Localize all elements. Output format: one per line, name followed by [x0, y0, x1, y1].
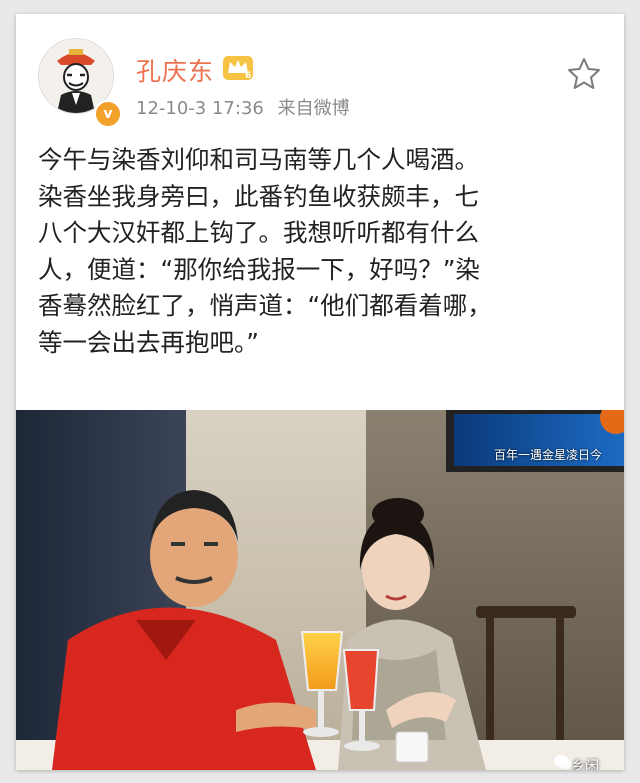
- photo-scene-image: [16, 402, 624, 770]
- weibo-post-card: v 孔庆东 6 12-10-3 17:36 来自微博 今午与染香刘仰和司马南等几…: [16, 14, 624, 770]
- verified-v-icon: v: [94, 100, 122, 128]
- post-text-line: 今午与染香刘仰和司马南等几个人喝酒。: [38, 145, 479, 174]
- post-meta: 12-10-3 17:36 来自微博: [136, 94, 350, 120]
- post-timestamp: 12-10-3 17:36: [136, 98, 264, 119]
- crown-icon[interactable]: 6: [222, 53, 254, 81]
- post-photo[interactable]: [16, 402, 624, 770]
- username[interactable]: 孔庆东: [136, 52, 214, 88]
- star-outline-icon[interactable]: [566, 56, 602, 92]
- post-text-line: 等一会出去再抱吧。”: [38, 327, 259, 357]
- post-text-line: 染香坐我身旁曰，此番钓鱼收获颇丰，七: [38, 181, 479, 211]
- member-level-number: 6: [245, 71, 251, 81]
- post-text-line: 香蓦然脸红了，悄声道：“他们都看着哪，: [38, 291, 492, 320]
- post-source[interactable]: 来自微博: [278, 98, 350, 119]
- post-text-line: 八个大汉奸都上钩了。我想听听都有什么: [38, 218, 479, 247]
- tv-caption: 百年一遇金星凌日今: [494, 448, 603, 462]
- post-text-line: 人，便道：“那你给我报一下，好吗？”染: [38, 254, 480, 284]
- wechat-icon: [554, 755, 572, 769]
- watermark-text: 乡闲: [571, 759, 599, 770]
- post-text: 今午与染香刘仰和司马南等几个人喝酒。 染香坐我身旁曰，此番钓鱼收获颇丰，七 八个…: [38, 142, 608, 361]
